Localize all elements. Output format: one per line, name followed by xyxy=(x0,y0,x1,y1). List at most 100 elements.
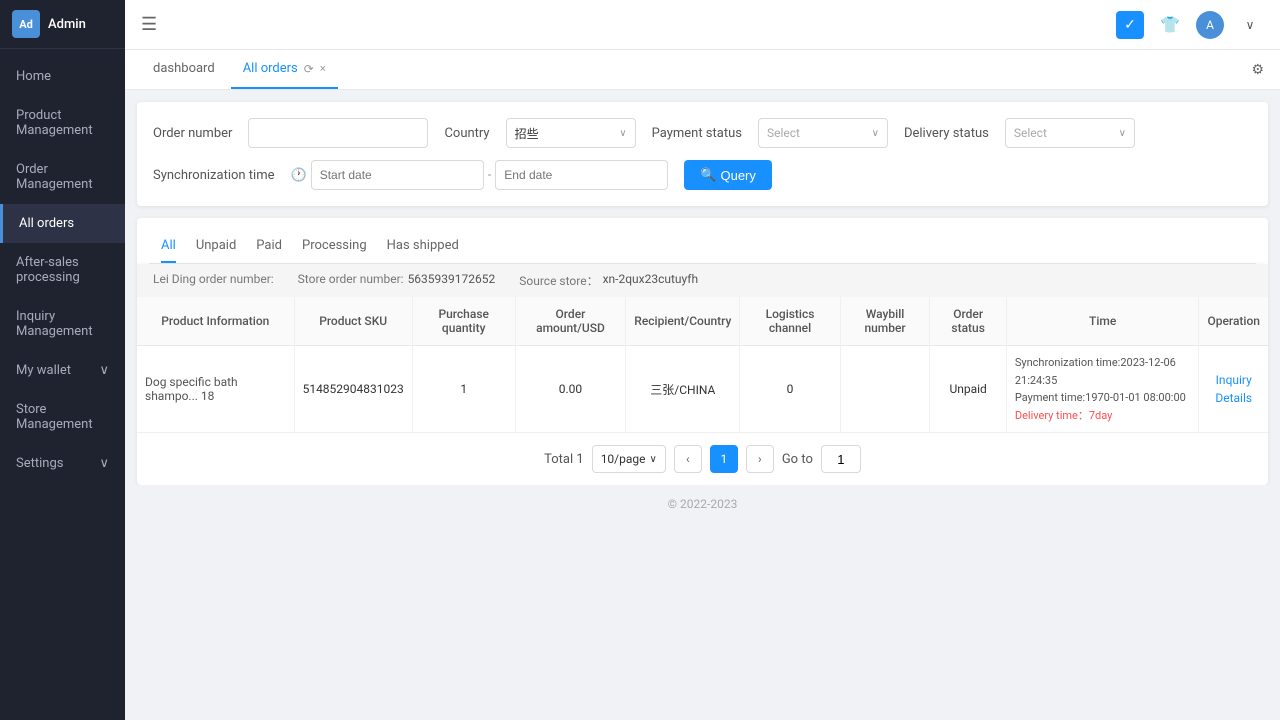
prev-page-button[interactable]: ‹ xyxy=(674,445,702,473)
table-settings-icon[interactable]: ⚙ xyxy=(1251,62,1264,78)
table-header: Product Information Product SKU Purchase… xyxy=(137,297,1268,346)
sidebar-header: Ad Admin xyxy=(0,0,125,49)
order-tab-all[interactable]: All xyxy=(161,230,176,263)
date-range-picker: 🕐 - xyxy=(291,160,669,190)
table-body: Dog specific bath shampo... 18 514852904… xyxy=(137,346,1268,433)
delivery-status-select[interactable]: Select ∨ xyxy=(1005,118,1135,148)
tab-all-orders[interactable]: All orders ⟳ × xyxy=(231,50,338,89)
orders-table-container: Lei Ding order number: Store order numbe… xyxy=(137,264,1268,485)
sync-time-label: Synchronization time xyxy=(153,168,275,183)
topbar-right: ✓ 👕 A ∨ xyxy=(1116,11,1264,39)
page-size-arrow-icon: ∨ xyxy=(650,454,657,465)
sidebar-item-order-management[interactable]: Order Management xyxy=(0,150,125,204)
order-tab-processing[interactable]: Processing xyxy=(302,230,367,263)
product-info-text: Dog specific bath shampo... 18 xyxy=(145,375,286,403)
country-select[interactable]: 招些 ∨ xyxy=(506,118,636,148)
current-page-button[interactable]: 1 xyxy=(710,445,738,473)
tab-close-icon[interactable]: × xyxy=(320,62,326,75)
notification-check-icon[interactable]: ✓ xyxy=(1116,11,1144,39)
delivery-status-placeholder: Select xyxy=(1014,126,1047,140)
settings-arrow-icon: ∨ xyxy=(99,456,109,471)
sidebar-item-home[interactable]: Home xyxy=(0,57,125,96)
product-sku-cell: 514852904831023 xyxy=(294,346,412,433)
details-button[interactable]: Details xyxy=(1215,391,1252,405)
status-badge: Unpaid xyxy=(949,382,986,396)
tab-dashboard[interactable]: dashboard xyxy=(141,50,227,89)
country-select-arrow-icon: ∨ xyxy=(619,128,626,139)
sidebar-item-all-orders[interactable]: All orders xyxy=(0,204,125,243)
start-date-input[interactable] xyxy=(311,160,484,190)
hamburger-menu-icon[interactable]: ☰ xyxy=(141,14,157,35)
sidebar-logo: Ad xyxy=(12,10,40,38)
sidebar-title: Admin xyxy=(48,17,86,32)
source-store: Source store： xn-2qux23cutuyfh xyxy=(519,272,698,289)
sidebar-item-settings[interactable]: Settings ∨ xyxy=(0,444,125,483)
order-tab-unpaid[interactable]: Unpaid xyxy=(196,230,236,263)
query-button-label: Query xyxy=(720,168,755,183)
delivery-status-arrow-icon: ∨ xyxy=(1119,128,1126,139)
sidebar-item-store-management[interactable]: Store Management xyxy=(0,390,125,444)
col-recipient-country: Recipient/Country xyxy=(626,297,740,346)
tab-refresh-icon[interactable]: ⟳ xyxy=(304,62,314,76)
table-row: Dog specific bath shampo... 18 514852904… xyxy=(137,346,1268,433)
time-info: Synchronization time:2023-12-06 21:24:35… xyxy=(1015,354,1191,424)
product-info-cell: Dog specific bath shampo... 18 xyxy=(137,346,294,433)
main-content: ☰ ✓ 👕 A ∨ dashboard All orders ⟳ × ⚙ Ord… xyxy=(125,0,1280,720)
order-info-bar: Lei Ding order number: Store order numbe… xyxy=(137,264,1268,297)
col-product-info: Product Information xyxy=(137,297,294,346)
col-waybill-number: Waybill number xyxy=(840,297,930,346)
col-product-sku: Product SKU xyxy=(294,297,412,346)
sync-time-info: Synchronization time:2023-12-06 21:24:35 xyxy=(1015,354,1191,389)
order-tabs: All Unpaid Paid Processing Has shipped xyxy=(149,218,1256,264)
order-tab-has-shipped[interactable]: Has shipped xyxy=(387,230,459,263)
waybill-number-cell xyxy=(840,346,930,433)
delivery-status-label: Delivery status xyxy=(904,126,989,141)
user-avatar[interactable]: A xyxy=(1196,11,1224,39)
query-button[interactable]: 🔍 Query xyxy=(684,160,772,190)
col-operation: Operation xyxy=(1199,297,1268,346)
tabs-bar: dashboard All orders ⟳ × ⚙ xyxy=(125,50,1280,90)
calendar-icon: 🕐 xyxy=(291,168,307,183)
lei-ding-order-label: Lei Ding order number: xyxy=(153,272,274,289)
order-number-input[interactable] xyxy=(248,118,428,148)
payment-time-info: Payment time:1970-01-01 08:00:00 xyxy=(1015,389,1191,407)
orders-table: Product Information Product SKU Purchase… xyxy=(137,297,1268,433)
col-logistics-channel: Logistics channel xyxy=(740,297,840,346)
next-page-button[interactable]: › xyxy=(746,445,774,473)
sidebar-item-after-sales[interactable]: After-sales processing xyxy=(0,243,125,297)
tab-dashboard-label: dashboard xyxy=(153,61,215,76)
sidebar-item-product-management[interactable]: Product Management xyxy=(0,96,125,150)
shirt-icon[interactable]: 👕 xyxy=(1156,11,1184,39)
col-time: Time xyxy=(1006,297,1199,346)
payment-status-label: Payment status xyxy=(652,126,742,141)
time-cell: Synchronization time:2023-12-06 21:24:35… xyxy=(1006,346,1199,433)
inquiry-button[interactable]: Inquiry xyxy=(1216,373,1252,387)
footer: © 2022-2023 xyxy=(125,485,1280,523)
pagination-total: Total 1 xyxy=(544,452,584,467)
tabs-list: dashboard All orders ⟳ × xyxy=(141,50,338,89)
purchase-qty-cell: 1 xyxy=(412,346,515,433)
topbar-left: ☰ xyxy=(141,14,173,35)
payment-status-select[interactable]: Select ∨ xyxy=(758,118,888,148)
end-date-input[interactable] xyxy=(495,160,668,190)
pagination: Total 1 10/page ∨ ‹ 1 › Go to xyxy=(137,433,1268,485)
store-order-number: Store order number: 5635939172652 xyxy=(298,272,496,289)
payment-status-placeholder: Select xyxy=(767,126,800,140)
recipient-country-cell: 三张/CHINA xyxy=(626,346,740,433)
page-size-select[interactable]: 10/page ∨ xyxy=(592,445,666,473)
payment-status-arrow-icon: ∨ xyxy=(872,128,879,139)
order-tab-paid[interactable]: Paid xyxy=(256,230,282,263)
content-area: Order number Country 招些 ∨ Payment status… xyxy=(125,90,1280,720)
country-select-value: 招些 xyxy=(515,125,539,142)
page-size-value: 10/page xyxy=(601,452,646,466)
sidebar-item-inquiry[interactable]: Inquiry Management xyxy=(0,297,125,351)
col-order-amount: Order amount/USD xyxy=(515,297,626,346)
col-purchase-qty: Purchase quantity xyxy=(412,297,515,346)
sidebar-nav: Home Product Management Order Management… xyxy=(0,49,125,720)
goto-page-input[interactable] xyxy=(821,445,861,473)
filter-row-2: Synchronization time 🕐 - 🔍 Query xyxy=(153,160,1252,190)
sidebar-item-my-wallet[interactable]: My wallet ∨ xyxy=(0,351,125,390)
order-status-cell: Unpaid xyxy=(930,346,1006,433)
user-dropdown-icon[interactable]: ∨ xyxy=(1236,11,1264,39)
order-amount-cell: 0.00 xyxy=(515,346,626,433)
